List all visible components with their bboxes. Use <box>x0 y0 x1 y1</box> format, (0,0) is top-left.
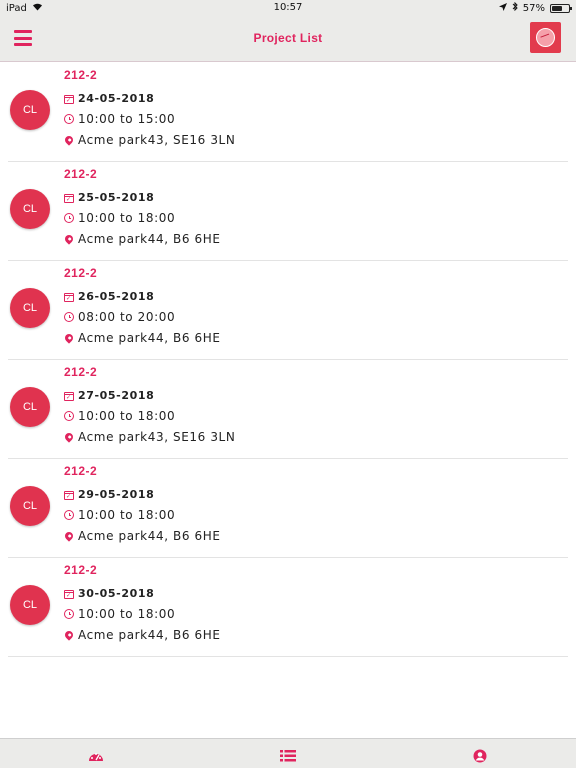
status-time: 10:57 <box>273 2 303 13</box>
list-item[interactable]: CL 212-2 26-05-2018 08:00 to 20:00 Acme … <box>8 261 568 360</box>
project-date: 27-05-2018 <box>78 389 155 402</box>
list-icon[interactable] <box>280 748 296 762</box>
list-item[interactable]: CL 212-2 29-05-2018 10:00 to 18:00 Acme … <box>8 459 568 558</box>
app-logo-icon[interactable] <box>530 22 561 53</box>
location-arrow-icon <box>498 2 507 14</box>
list-item[interactable]: CL 212-2 30-05-2018 10:00 to 18:00 Acme … <box>8 558 568 657</box>
avatar: CL <box>10 387 50 427</box>
status-bar: iPad 10:57 57% <box>0 0 576 16</box>
calendar-icon <box>64 193 74 203</box>
project-time: 10:00 to 18:00 <box>78 211 176 225</box>
project-location: Acme park44, B6 6HE <box>78 628 221 642</box>
project-date: 25-05-2018 <box>78 191 155 204</box>
project-date: 24-05-2018 <box>78 92 155 105</box>
project-time: 10:00 to 15:00 <box>78 112 176 126</box>
project-name: 212-2 <box>64 563 98 577</box>
profile-icon[interactable] <box>472 748 488 763</box>
project-date: 26-05-2018 <box>78 290 155 303</box>
tab-bar <box>0 738 576 768</box>
project-name: 212-2 <box>64 68 98 82</box>
project-time: 10:00 to 18:00 <box>78 508 176 522</box>
project-time: 10:00 to 18:00 <box>78 607 176 621</box>
avatar: CL <box>10 585 50 625</box>
clock-icon <box>64 312 74 322</box>
clock-icon <box>64 609 74 619</box>
project-name: 212-2 <box>64 464 98 478</box>
clock-icon <box>64 411 74 421</box>
location-pin-icon <box>63 629 75 641</box>
calendar-icon <box>64 589 74 599</box>
project-location: Acme park44, B6 6HE <box>78 331 221 345</box>
battery-icon <box>550 3 572 13</box>
dashboard-icon[interactable] <box>88 748 104 762</box>
battery-percent: 57% <box>522 2 545 14</box>
avatar: CL <box>10 90 50 130</box>
avatar: CL <box>10 486 50 526</box>
project-time: 10:00 to 18:00 <box>78 409 176 423</box>
project-location: Acme park44, B6 6HE <box>78 232 221 246</box>
calendar-icon <box>64 292 74 302</box>
project-list: CL 212-2 24-05-2018 10:00 to 15:00 Acme … <box>0 63 576 657</box>
list-item[interactable]: CL 212-2 24-05-2018 10:00 to 15:00 Acme … <box>8 63 568 162</box>
app-header: Project List <box>0 16 576 62</box>
avatar: CL <box>10 288 50 328</box>
page-title: Project List <box>253 31 323 45</box>
bluetooth-icon <box>512 1 518 14</box>
project-date: 29-05-2018 <box>78 488 155 501</box>
calendar-icon <box>64 490 74 500</box>
location-pin-icon <box>63 332 75 344</box>
list-item[interactable]: CL 212-2 27-05-2018 10:00 to 18:00 Acme … <box>8 360 568 459</box>
clock-icon <box>64 510 74 520</box>
project-name: 212-2 <box>64 365 98 379</box>
project-time: 08:00 to 20:00 <box>78 310 176 324</box>
avatar: CL <box>10 189 50 229</box>
project-location: Acme park44, B6 6HE <box>78 529 221 543</box>
location-pin-icon <box>63 233 75 245</box>
calendar-icon <box>64 94 74 104</box>
location-pin-icon <box>63 530 75 542</box>
project-date: 30-05-2018 <box>78 587 155 600</box>
project-name: 212-2 <box>64 266 98 280</box>
clock-icon <box>64 213 74 223</box>
project-name: 212-2 <box>64 167 98 181</box>
location-pin-icon <box>63 134 75 146</box>
project-location: Acme park43, SE16 3LN <box>78 133 236 147</box>
location-pin-icon <box>63 431 75 443</box>
project-location: Acme park43, SE16 3LN <box>78 430 236 444</box>
list-item[interactable]: CL 212-2 25-05-2018 10:00 to 18:00 Acme … <box>8 162 568 261</box>
calendar-icon <box>64 391 74 401</box>
clock-icon <box>64 114 74 124</box>
